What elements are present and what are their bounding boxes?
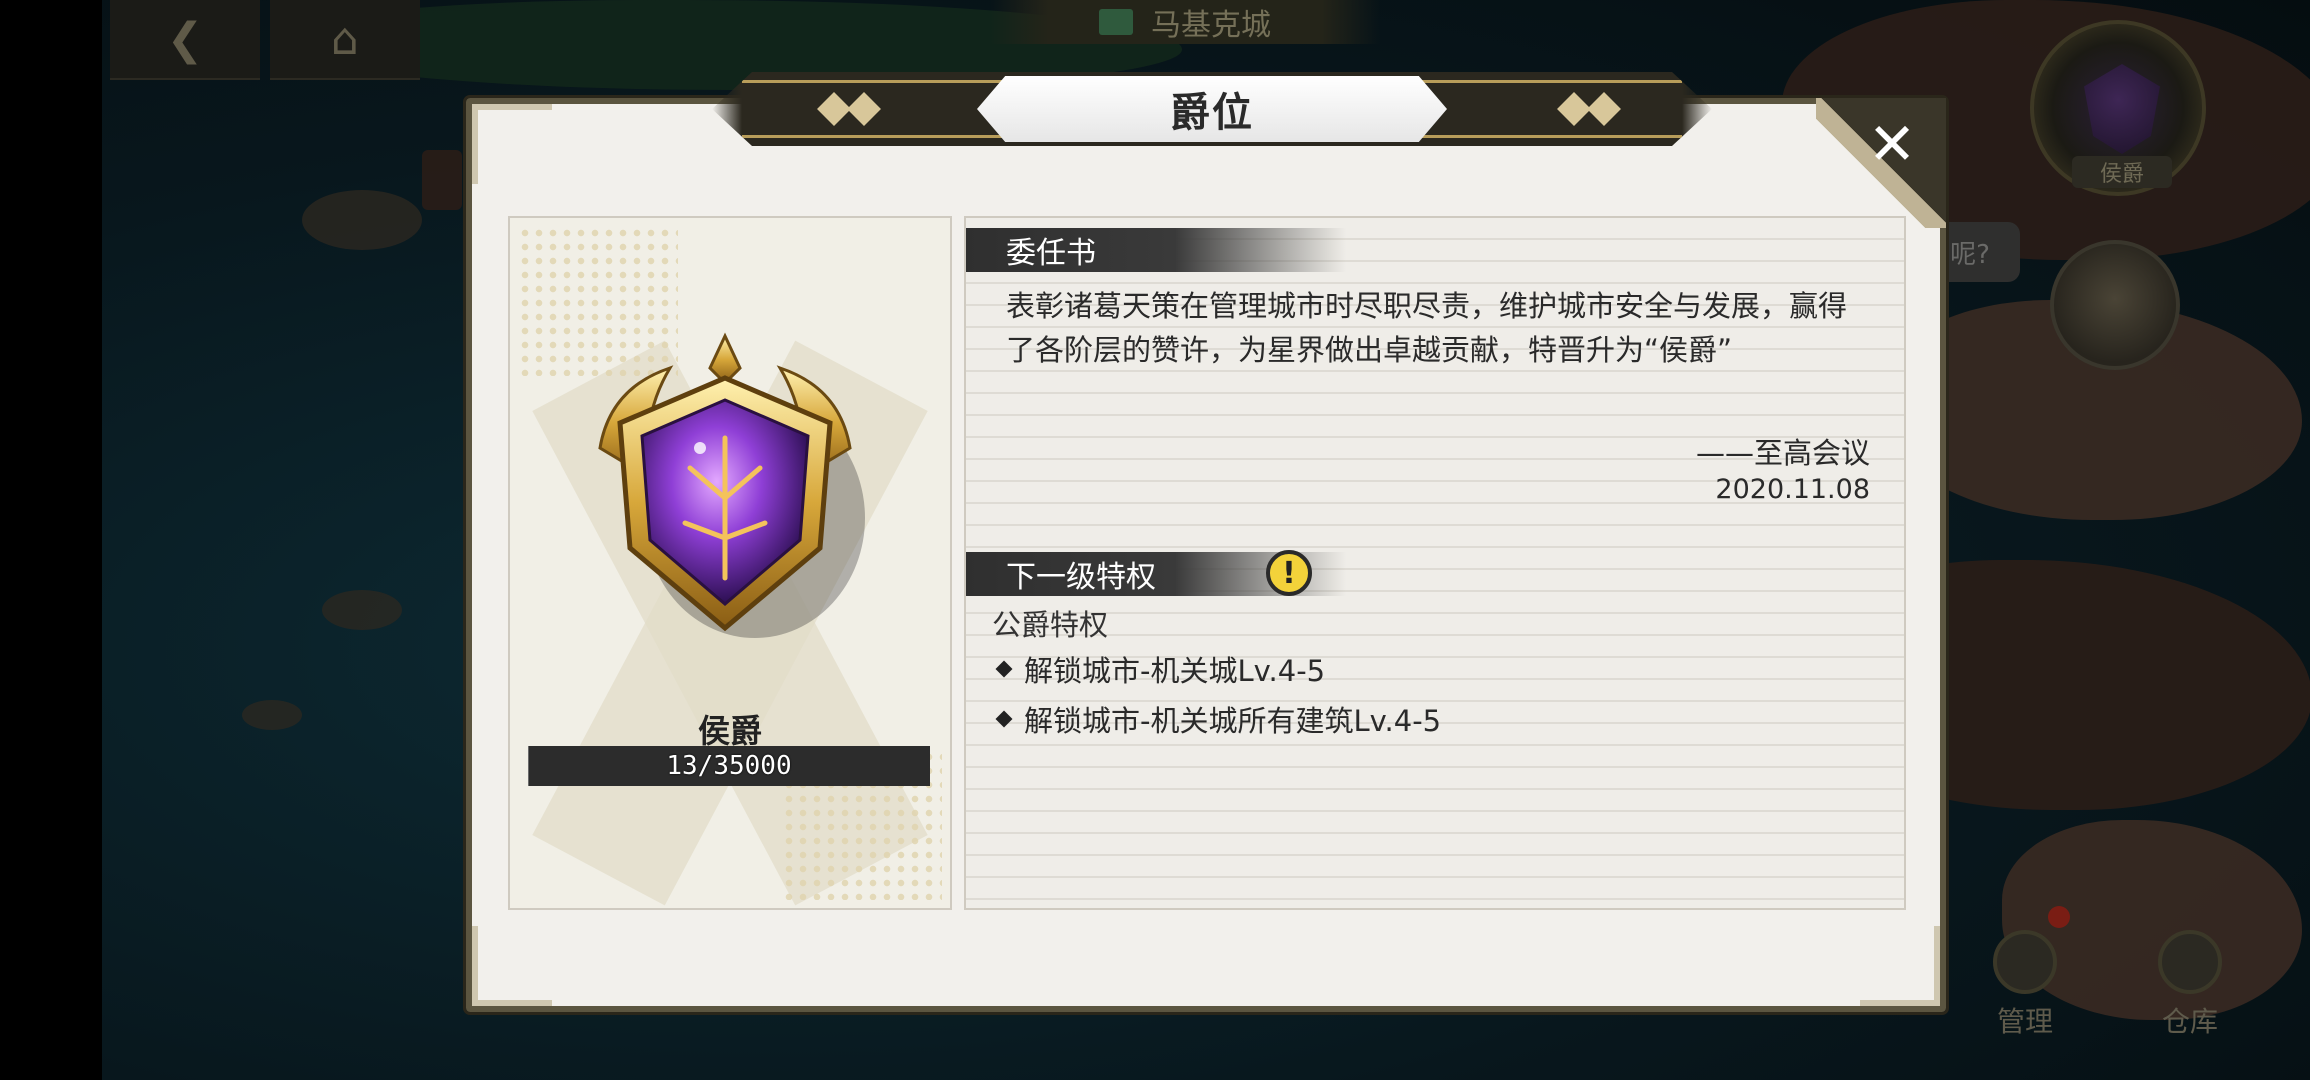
next-privilege-header: 下一级特权 ! [966, 550, 1346, 596]
commission-panel: 委任书 表彰诸葛天策在管理城市时尽职尽责，维护城市安全与发展，赢得了各阶层的赞许… [964, 216, 1906, 910]
npc-avatar[interactable] [2050, 240, 2180, 370]
corner-ornament [472, 926, 552, 1006]
corner-ornament [472, 104, 552, 184]
warehouse-label: 仓库 [2161, 1005, 2218, 1038]
rank-badge-label: 侯爵 [2072, 156, 2172, 188]
privilege-item-text: 解锁城市-机关城Lv.4-5 [1024, 654, 1326, 688]
close-button[interactable]: ✕ [1862, 114, 1922, 174]
diamond-bullet-icon [995, 660, 1013, 678]
commission-header: 委任书 [966, 228, 1346, 272]
city-name-plate: 马基克城 [990, 0, 1380, 44]
manage-button[interactable]: 管理 [1950, 910, 2100, 1040]
diamond-bullet-icon [995, 710, 1013, 728]
exclamation-icon[interactable]: ! [1266, 550, 1312, 596]
rank-badge-button[interactable]: 侯爵 [2030, 20, 2206, 196]
warehouse-button[interactable]: 仓库 [2115, 910, 2265, 1040]
commission-signature: ——至高会议 [1695, 436, 1870, 470]
modal-title: 爵位 [1170, 90, 1254, 136]
rank-card: 侯爵 13/35000 [508, 216, 952, 910]
marquis-emblem-icon [598, 332, 865, 638]
privilege-item: 解锁城市-机关城Lv.4-5 [995, 648, 1326, 690]
privilege-item: 解锁城市-机关城所有建筑Lv.4-5 [995, 698, 1442, 740]
title-bar: 爵位 [712, 72, 1712, 146]
title-plate: 爵位 [977, 76, 1447, 142]
city-icon [1099, 9, 1133, 35]
rank-gem-icon [2084, 64, 2160, 154]
close-icon: ✕ [1867, 110, 1917, 178]
next-privilege-header-label: 下一级特权 [1006, 560, 1156, 595]
progress-text: 13/35000 [666, 751, 792, 781]
home-button[interactable]: ⌂ [270, 0, 420, 80]
commission-date: 2020.11.08 [1715, 474, 1870, 505]
rank-progress-bar: 13/35000 [528, 746, 930, 786]
rank-modal: ✕ 爵位 侯爵 13/35000 委任书 表彰诸葛天策在管理城市时尽职尽责，维护… [463, 72, 1949, 1015]
commission-body: 表彰诸葛天策在管理城市时尽职尽责，维护城市安全与发展，赢得了各阶层的赞许，为星界… [1006, 289, 1848, 367]
commission-header-label: 委任书 [1006, 236, 1096, 271]
warehouse-icon [2158, 930, 2222, 994]
back-button[interactable]: ❮ [110, 0, 260, 80]
corner-ornament [1860, 926, 1940, 1006]
privilege-item-text: 解锁城市-机关城所有建筑Lv.4-5 [1024, 704, 1442, 738]
manage-label: 管理 [1996, 1005, 2053, 1038]
home-icon: ⌂ [331, 13, 359, 65]
gear-icon [1993, 930, 2057, 994]
privilege-tier-name: 公爵特权 [992, 608, 1109, 642]
city-name: 马基克城 [1151, 8, 1271, 43]
back-arrow-icon: ❮ [166, 13, 204, 65]
